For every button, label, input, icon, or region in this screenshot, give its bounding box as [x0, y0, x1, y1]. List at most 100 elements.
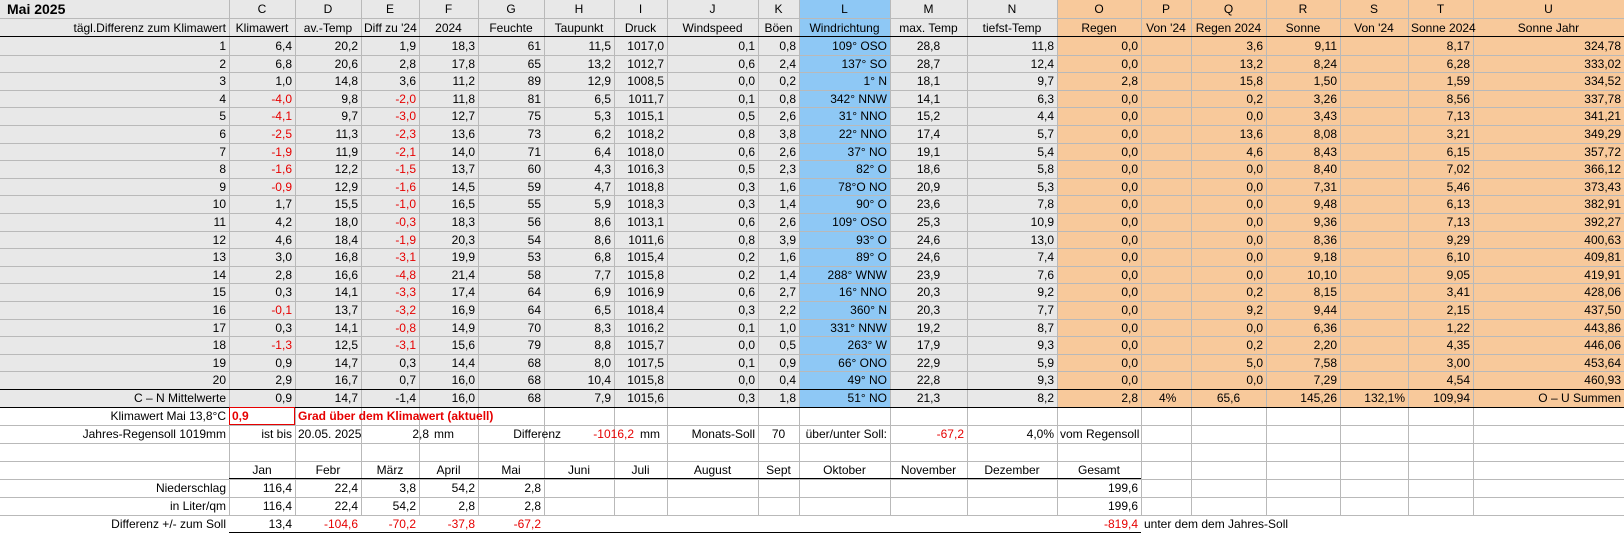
- ist-bis-unit: mm: [434, 427, 454, 441]
- table-cell: 16° NNO: [838, 285, 887, 300]
- table-cell: 19,9: [451, 250, 475, 265]
- table-cell: 5,46: [1446, 179, 1470, 194]
- table-cell: [1141, 248, 1191, 266]
- table-cell: 20,9: [916, 179, 941, 194]
- table-cell: 14,7: [334, 355, 358, 370]
- table-cell: 5,9: [594, 197, 611, 212]
- table-cell: 1018,0: [627, 144, 664, 159]
- summary-cell: 14,7: [334, 391, 358, 405]
- table-cell: 6,5: [594, 91, 611, 106]
- table-cell: 446,06: [1584, 338, 1621, 353]
- table-cell: 6,36: [1313, 320, 1337, 335]
- year-cell: [614, 497, 667, 515]
- table-cell: 5,9: [1037, 355, 1054, 370]
- table-cell: 17,4: [916, 127, 941, 141]
- table-cell: 324,78: [1584, 39, 1621, 53]
- year-cell: 2,8: [524, 499, 541, 513]
- column-header: av.-Temp: [303, 21, 353, 35]
- table-cell: 3,21: [1446, 127, 1470, 141]
- table-cell: 16,8: [334, 250, 358, 265]
- table-cell: 8,3: [594, 320, 611, 335]
- column-header: Feuchte: [489, 21, 533, 35]
- table-cell: -1,9: [395, 232, 416, 247]
- table-cell: 14,1: [916, 91, 941, 106]
- table-cell: 1011,7: [628, 91, 664, 106]
- table-cell: 460,93: [1584, 373, 1621, 388]
- table-cell: 288° WNW: [827, 267, 887, 282]
- table-cell: 3,0: [275, 250, 292, 265]
- table-cell: 1,22: [1446, 320, 1470, 335]
- table-cell: 12,4: [1030, 56, 1054, 71]
- year-cell: -819,4: [1103, 517, 1138, 531]
- table-cell: 14,0: [451, 144, 475, 159]
- table-cell: 0,0: [1121, 127, 1138, 141]
- year-cell: 13,4: [268, 517, 292, 531]
- table-cell: 357,72: [1584, 144, 1621, 159]
- table-cell: 18,3: [451, 39, 475, 53]
- table-cell: 337,78: [1584, 91, 1621, 106]
- table-cell: 2,15: [1446, 303, 1470, 317]
- table-cell: 9,11: [1314, 39, 1337, 53]
- row-number: 12: [212, 232, 226, 247]
- table-cell: 373,43: [1584, 179, 1621, 194]
- table-cell: 23,9: [916, 267, 941, 282]
- table-cell: -1,3: [271, 338, 292, 353]
- table-cell: 7,13: [1446, 215, 1470, 229]
- table-cell: 10,9: [1030, 215, 1054, 229]
- column-header: Sonne: [1285, 21, 1321, 35]
- table-cell: 9,2: [1037, 285, 1054, 300]
- column-letter: T: [1436, 2, 1445, 16]
- table-cell: 13,2: [1239, 56, 1263, 71]
- table-cell: 18,6: [916, 162, 941, 177]
- row-number: 17: [212, 320, 226, 335]
- table-cell: 11,3: [335, 127, 358, 141]
- table-cell: -3,0: [395, 109, 416, 124]
- row-number: 20: [212, 373, 226, 388]
- column-letter: E: [385, 2, 394, 16]
- ist-bis-label: ist bis: [261, 427, 292, 441]
- table-cell: 0,4: [779, 373, 796, 388]
- table-cell: 2,8: [1121, 74, 1138, 89]
- table-cell: 78°O NO: [838, 179, 887, 194]
- table-cell: 64: [527, 303, 541, 317]
- column-header: tiefst-Temp: [982, 21, 1042, 35]
- table-cell: -1,0: [395, 197, 416, 212]
- column-letter: R: [1298, 2, 1308, 16]
- table-cell: 0,0: [1121, 267, 1138, 282]
- table-cell: 1,6: [779, 250, 796, 265]
- table-cell: 3,43: [1313, 109, 1337, 124]
- table-cell: 4,35: [1446, 338, 1470, 353]
- table-cell: 9,3: [1037, 338, 1054, 353]
- table-cell: 0,6: [738, 285, 755, 300]
- table-cell: 419,91: [1584, 267, 1621, 282]
- table-cell: 9,3: [1037, 373, 1054, 388]
- table-cell: 6,5: [594, 303, 611, 317]
- table-cell: 22,9: [916, 355, 941, 370]
- summary-cell: 1,8: [779, 391, 796, 405]
- table-cell: 0,3: [738, 179, 755, 194]
- table-cell: 8,6: [594, 232, 611, 247]
- month-header: Juni: [567, 463, 590, 477]
- summary-cell: 16,0: [451, 391, 475, 405]
- klima-value-box: [229, 407, 295, 425]
- month-header: Juli: [631, 463, 650, 477]
- table-cell: 17,9: [916, 338, 941, 353]
- table-cell: 9,7: [1037, 74, 1054, 89]
- month-header: Febr: [315, 463, 341, 477]
- table-cell: 14,4: [451, 355, 475, 370]
- summary-cell: 109,94: [1433, 391, 1470, 405]
- table-cell: 89° O: [856, 250, 887, 265]
- table-cell: [1141, 160, 1191, 178]
- month-header: April: [436, 463, 461, 477]
- row-number: 9: [219, 179, 226, 194]
- table-cell: 12,5: [334, 338, 358, 353]
- table-cell: 349,29: [1584, 127, 1621, 141]
- table-cell: 2,20: [1313, 338, 1337, 353]
- table-cell: 24,6: [916, 250, 941, 265]
- table-cell: 37° NO: [847, 144, 887, 159]
- table-cell: 13,7: [451, 162, 475, 177]
- row-number: 8: [219, 162, 226, 177]
- table-cell: [1141, 283, 1191, 301]
- row-number: 13: [212, 250, 226, 265]
- year-cell: 54,2: [451, 481, 475, 495]
